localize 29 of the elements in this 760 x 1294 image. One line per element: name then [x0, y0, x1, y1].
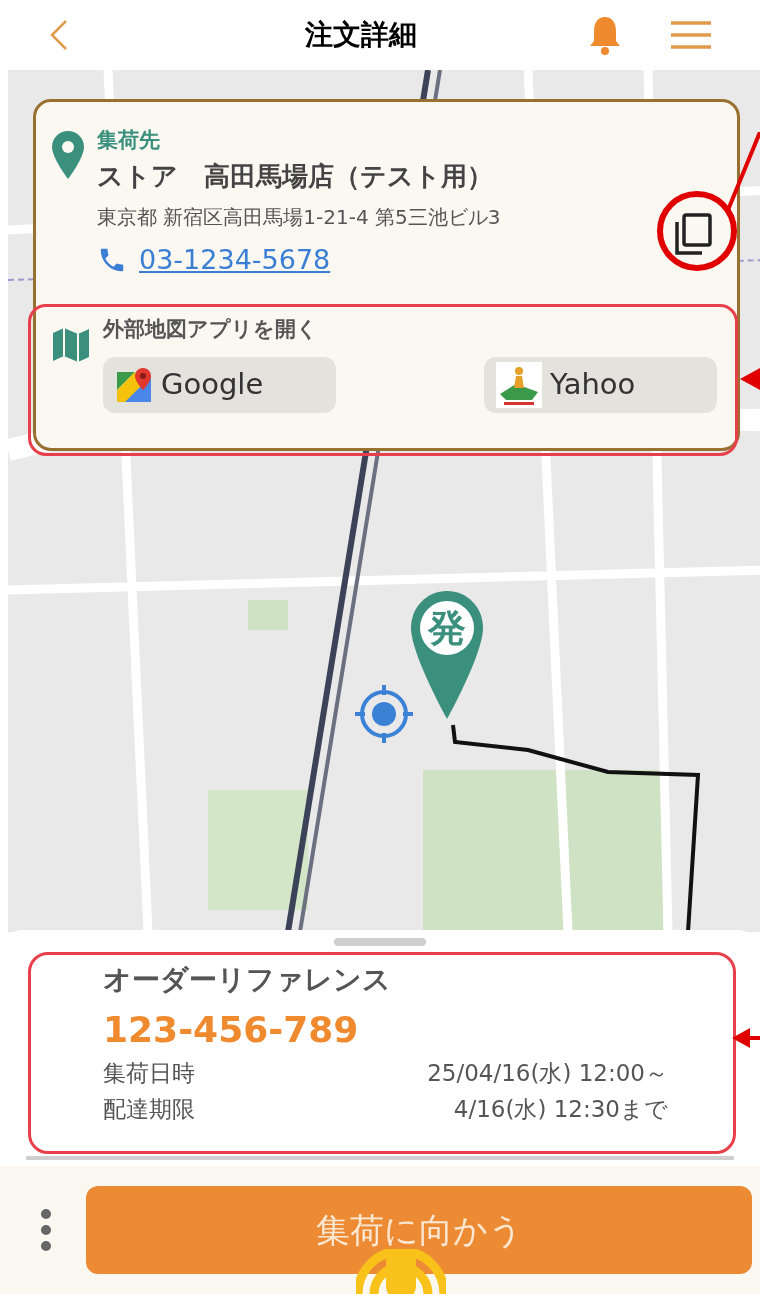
more-icon[interactable] [38, 1209, 54, 1251]
tap-indicator-icon [356, 1249, 446, 1294]
annotation-arrow [740, 366, 760, 392]
store-name: ストア 高田馬場店（テスト用） [97, 160, 494, 193]
annotation-arrow [732, 1026, 760, 1050]
detail-value: 4/16(水) 12:30まで [453, 1095, 668, 1124]
location-pin-icon [51, 130, 85, 180]
detail-label: 配達期限 [103, 1095, 195, 1124]
map-app-button[interactable]: Yahoo [484, 356, 717, 413]
map-app-button[interactable]: Google [103, 356, 336, 413]
order-reference-label: オーダーリファレンス [103, 962, 392, 998]
bell-icon[interactable] [588, 15, 622, 55]
phone-link[interactable]: 03-1234-5678 [97, 240, 331, 281]
current-location-icon [353, 683, 415, 745]
external-maps-label: 外部地図アプリを開く [103, 315, 319, 343]
go-to-pickup-button[interactable]: 集荷に向かう [86, 1186, 752, 1274]
map-app-icon [115, 365, 153, 404]
detail-label: 集荷日時 [103, 1059, 195, 1088]
pickup-label: 集荷先 [97, 127, 161, 154]
map-marker[interactable]: 発 [410, 590, 484, 720]
order-reference-number: 123-456-789 [103, 1008, 360, 1052]
map-app-icon [496, 361, 542, 408]
store-address: 東京都 新宿区高田馬場1-21-4 第5三池ビル3 [97, 204, 501, 231]
menu-icon[interactable] [670, 20, 712, 50]
back-icon[interactable] [48, 19, 70, 51]
drag-handle[interactable] [334, 938, 426, 946]
page-title: 注文詳細 [305, 17, 417, 53]
detail-value: 25/04/16(水) 12:00～ [427, 1059, 668, 1088]
copy-icon [673, 213, 713, 257]
